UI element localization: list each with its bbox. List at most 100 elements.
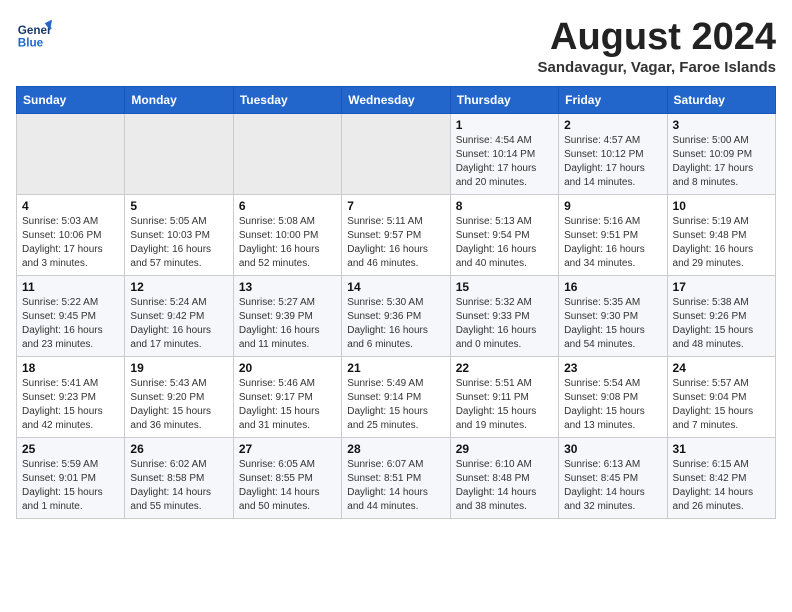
day-info: Sunrise: 5:59 AM Sunset: 9:01 PM Dayligh… [22,458,119,514]
day-info: Sunrise: 5:51 AM Sunset: 9:11 PM Dayligh… [456,377,553,433]
day-info: Sunrise: 5:11 AM Sunset: 9:57 PM Dayligh… [347,215,444,271]
day-number: 17 [673,280,770,294]
calendar-cell: 13Sunrise: 5:27 AM Sunset: 9:39 PM Dayli… [233,276,341,357]
calendar-cell: 4 Sunrise: 5:03 AM Sunset: 10:06 PM Dayli… [17,195,125,276]
day-of-week-header: Monday [125,87,233,114]
day-number: 14 [347,280,444,294]
day-of-week-header: Sunday [17,87,125,114]
day-info: Sunrise: 6:10 AM Sunset: 8:48 PM Dayligh… [456,458,553,514]
day-info: Sunrise: 5:13 AM Sunset: 9:54 PM Dayligh… [456,215,553,271]
calendar-cell: 30 Sunrise: 6:13 AM Sunset: 8:45 PM Dayli… [559,438,667,519]
calendar-cell: 10 Sunrise: 5:19 AM Sunset: 9:48 PM Dayli… [667,195,775,276]
calendar-cell: 19Sunrise: 5:43 AM Sunset: 9:20 PM Dayli… [125,357,233,438]
title-section: August 2024 Sandavagur, Vagar, Faroe Isl… [538,16,776,76]
day-info: Sunrise: 4:57 AM Sunset: 10:12 PM Daylig… [564,134,661,190]
calendar-cell: 20 Sunrise: 5:46 AM Sunset: 9:17 PM Dayli… [233,357,341,438]
day-number: 12 [130,280,227,294]
day-info: Sunrise: 5:46 AM Sunset: 9:17 PM Dayligh… [239,377,336,433]
day-number: 31 [673,442,770,456]
calendar-week-row: 11 Sunrise: 5:22 AM Sunset: 9:45 PM Dayli… [17,276,776,357]
calendar-cell: 24 Sunrise: 5:57 AM Sunset: 9:04 PM Dayli… [667,357,775,438]
logo-icon: General Blue [16,16,52,52]
day-info: Sunrise: 5:08 AM Sunset: 10:00 PM Daylig… [239,215,336,271]
calendar-cell: 9 Sunrise: 5:16 AM Sunset: 9:51 PM Daylig… [559,195,667,276]
day-number: 27 [239,442,336,456]
calendar-cell: 2 Sunrise: 4:57 AM Sunset: 10:12 PM Dayli… [559,114,667,195]
calendar-cell: 23 Sunrise: 5:54 AM Sunset: 9:08 PM Dayli… [559,357,667,438]
calendar-cell: 15 Sunrise: 5:32 AM Sunset: 9:33 PM Dayli… [450,276,558,357]
header: General Blue August 2024 Sandavagur, Vag… [16,16,776,76]
day-number: 20 [239,361,336,375]
calendar-cell: 22Sunrise: 5:51 AM Sunset: 9:11 PM Dayli… [450,357,558,438]
day-number: 18 [22,361,119,375]
day-number: 7 [347,199,444,213]
calendar-cell: 29 Sunrise: 6:10 AM Sunset: 8:48 PM Dayli… [450,438,558,519]
day-of-week-header: Saturday [667,87,775,114]
day-number: 3 [673,118,770,132]
day-number: 15 [456,280,553,294]
calendar-cell: 8Sunrise: 5:13 AM Sunset: 9:54 PM Daylig… [450,195,558,276]
day-info: Sunrise: 5:54 AM Sunset: 9:08 PM Dayligh… [564,377,661,433]
calendar-cell: 14 Sunrise: 5:30 AM Sunset: 9:36 PM Dayli… [342,276,450,357]
day-info: Sunrise: 5:22 AM Sunset: 9:45 PM Dayligh… [22,296,119,352]
calendar-cell: 11 Sunrise: 5:22 AM Sunset: 9:45 PM Dayli… [17,276,125,357]
day-number: 16 [564,280,661,294]
calendar-cell [125,114,233,195]
day-info: Sunrise: 5:41 AM Sunset: 9:23 PM Dayligh… [22,377,119,433]
day-number: 4 [22,199,119,213]
day-info: Sunrise: 5:38 AM Sunset: 9:26 PM Dayligh… [673,296,770,352]
svg-text:Blue: Blue [18,37,44,50]
day-info: Sunrise: 6:13 AM Sunset: 8:45 PM Dayligh… [564,458,661,514]
day-number: 26 [130,442,227,456]
day-number: 29 [456,442,553,456]
day-info: Sunrise: 5:24 AM Sunset: 9:42 PM Dayligh… [130,296,227,352]
calendar-cell: 1 Sunrise: 4:54 AM Sunset: 10:14 PM Dayli… [450,114,558,195]
day-info: Sunrise: 6:02 AM Sunset: 8:58 PM Dayligh… [130,458,227,514]
calendar-cell: 6 Sunrise: 5:08 AM Sunset: 10:00 PM Dayli… [233,195,341,276]
day-info: Sunrise: 6:05 AM Sunset: 8:55 PM Dayligh… [239,458,336,514]
calendar-cell [17,114,125,195]
day-number: 24 [673,361,770,375]
day-number: 9 [564,199,661,213]
calendar-cell: 26 Sunrise: 6:02 AM Sunset: 8:58 PM Dayli… [125,438,233,519]
day-info: Sunrise: 5:19 AM Sunset: 9:48 PM Dayligh… [673,215,770,271]
logo: General Blue [16,16,52,52]
day-info: Sunrise: 5:03 AM Sunset: 10:06 PM Daylig… [22,215,119,271]
day-of-week-header: Wednesday [342,87,450,114]
main-title: August 2024 [538,16,776,59]
calendar-cell [342,114,450,195]
calendar-week-row: 25 Sunrise: 5:59 AM Sunset: 9:01 PM Dayli… [17,438,776,519]
day-number: 30 [564,442,661,456]
day-info: Sunrise: 5:16 AM Sunset: 9:51 PM Dayligh… [564,215,661,271]
day-info: Sunrise: 5:00 AM Sunset: 10:09 PM Daylig… [673,134,770,190]
calendar-cell: 5Sunrise: 5:05 AM Sunset: 10:03 PM Dayli… [125,195,233,276]
day-info: Sunrise: 4:54 AM Sunset: 10:14 PM Daylig… [456,134,553,190]
day-number: 10 [673,199,770,213]
day-number: 21 [347,361,444,375]
day-number: 23 [564,361,661,375]
day-info: Sunrise: 6:15 AM Sunset: 8:42 PM Dayligh… [673,458,770,514]
day-number: 11 [22,280,119,294]
day-of-week-header: Thursday [450,87,558,114]
calendar-cell: 31 Sunrise: 6:15 AM Sunset: 8:42 PM Dayli… [667,438,775,519]
day-number: 6 [239,199,336,213]
calendar-cell: 17 Sunrise: 5:38 AM Sunset: 9:26 PM Dayli… [667,276,775,357]
day-info: Sunrise: 5:32 AM Sunset: 9:33 PM Dayligh… [456,296,553,352]
calendar: SundayMondayTuesdayWednesdayThursdayFrid… [16,86,776,519]
day-number: 2 [564,118,661,132]
calendar-cell: 27 Sunrise: 6:05 AM Sunset: 8:55 PM Dayli… [233,438,341,519]
day-number: 25 [22,442,119,456]
day-number: 1 [456,118,553,132]
calendar-cell [233,114,341,195]
calendar-cell: 28Sunrise: 6:07 AM Sunset: 8:51 PM Dayli… [342,438,450,519]
subtitle: Sandavagur, Vagar, Faroe Islands [538,59,776,76]
day-info: Sunrise: 5:30 AM Sunset: 9:36 PM Dayligh… [347,296,444,352]
day-number: 5 [130,199,227,213]
calendar-cell: 21 Sunrise: 5:49 AM Sunset: 9:14 PM Dayli… [342,357,450,438]
day-info: Sunrise: 5:57 AM Sunset: 9:04 PM Dayligh… [673,377,770,433]
day-info: Sunrise: 5:49 AM Sunset: 9:14 PM Dayligh… [347,377,444,433]
calendar-cell: 7 Sunrise: 5:11 AM Sunset: 9:57 PM Daylig… [342,195,450,276]
calendar-cell: 25 Sunrise: 5:59 AM Sunset: 9:01 PM Dayli… [17,438,125,519]
day-info: Sunrise: 5:43 AM Sunset: 9:20 PM Dayligh… [130,377,227,433]
calendar-cell: 16Sunrise: 5:35 AM Sunset: 9:30 PM Dayli… [559,276,667,357]
